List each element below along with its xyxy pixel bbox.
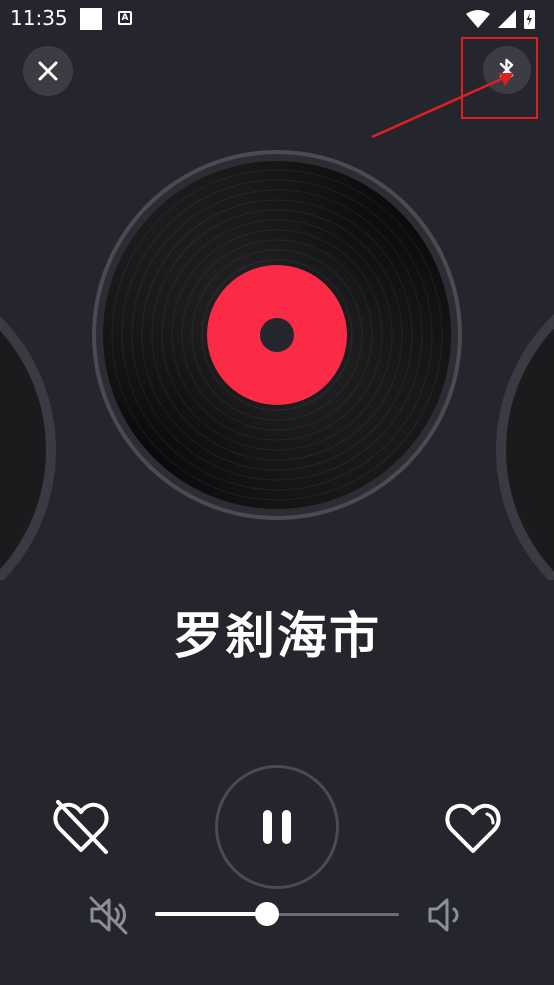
record-hole [260, 318, 294, 352]
record-carousel[interactable] [0, 120, 554, 580]
pause-button[interactable] [215, 765, 339, 889]
mute-button[interactable] [86, 892, 132, 938]
volume-mute-icon [89, 896, 128, 935]
current-record[interactable] [92, 150, 462, 520]
next-record[interactable] [496, 262, 554, 580]
volume-fill [155, 912, 268, 916]
volume-slider[interactable] [155, 900, 399, 928]
previous-record[interactable] [0, 262, 56, 580]
volume-button[interactable] [424, 892, 470, 938]
song-title: 罗刹海市 [173, 607, 381, 665]
pause-icon [263, 810, 291, 844]
heart-icon [445, 803, 501, 853]
volume-thumb[interactable] [255, 902, 280, 926]
dislike-button[interactable] [50, 796, 112, 858]
volume-icon [428, 898, 459, 932]
broken-heart-icon [53, 800, 109, 854]
like-button[interactable] [442, 797, 504, 859]
